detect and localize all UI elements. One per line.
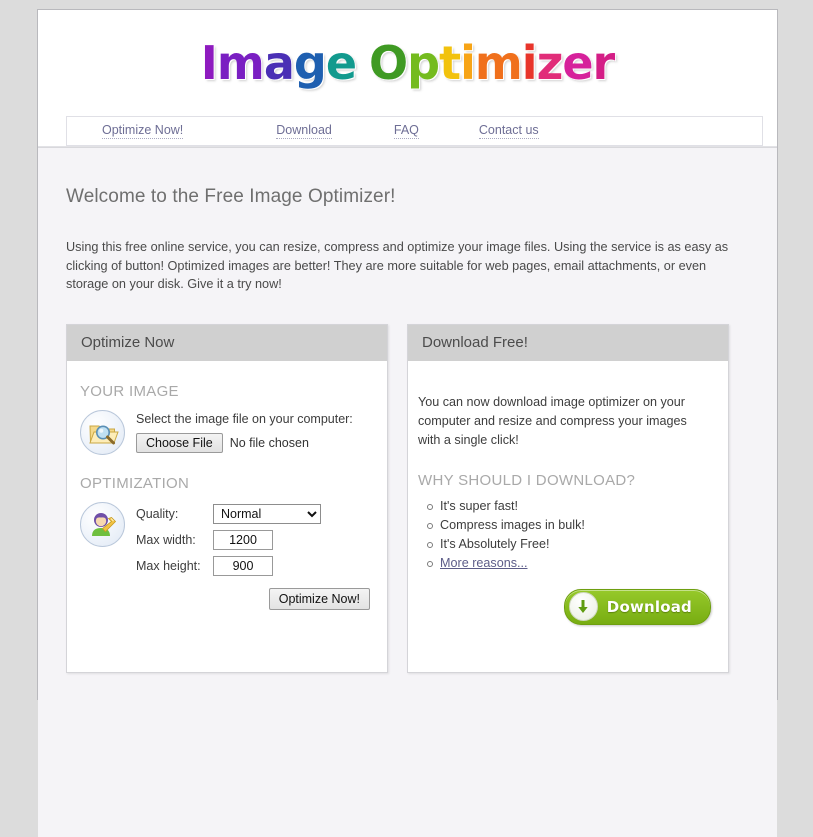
logo-letter: e bbox=[562, 36, 593, 90]
logo-letter: O bbox=[369, 36, 408, 90]
main-navigation: Optimize Now! Download FAQ Contact us bbox=[66, 116, 763, 146]
logo-letter: m bbox=[216, 36, 265, 90]
why-download-title: WHY SHOULD I DOWNLOAD? bbox=[418, 471, 636, 489]
download-free-panel: Download Free! You can now download imag… bbox=[407, 323, 729, 673]
optimize-panel-header: Optimize Now bbox=[67, 324, 387, 361]
optimize-button-row: Optimize Now! bbox=[80, 587, 371, 610]
your-image-fields: Select the image file on your computer: … bbox=[136, 410, 353, 453]
download-button-row: Download bbox=[418, 588, 716, 627]
download-button-label: Download bbox=[606, 597, 692, 616]
list-item: It's Absolutely Free! bbox=[427, 535, 716, 554]
no-file-chosen-label: No file chosen bbox=[229, 435, 309, 450]
more-reasons-link[interactable]: More reasons... bbox=[440, 556, 528, 570]
select-file-caption: Select the image file on your computer: bbox=[136, 411, 353, 426]
nav-item-optimize-now[interactable]: Optimize Now! bbox=[102, 123, 184, 139]
logo-letter: a bbox=[263, 36, 295, 90]
list-item: Compress images in bulk! bbox=[427, 516, 716, 535]
page-body: Welcome to the Free Image Optimizer! Usi… bbox=[38, 147, 777, 837]
optimize-now-panel: Optimize Now YOUR IMAGE Select the image… bbox=[66, 323, 388, 673]
download-panel-body: You can now download image optimizer on … bbox=[408, 361, 728, 627]
download-panel-header: Download Free! bbox=[408, 324, 728, 361]
your-image-row: Select the image file on your computer: … bbox=[80, 409, 371, 455]
folder-search-icon bbox=[80, 409, 125, 455]
logo-letter: z bbox=[536, 36, 564, 90]
download-arrow-icon bbox=[568, 592, 598, 621]
nav-item-contact-us[interactable]: Contact us bbox=[478, 123, 539, 139]
choose-file-button[interactable]: Choose File bbox=[136, 432, 223, 453]
download-description: You can now download image optimizer on … bbox=[418, 394, 687, 447]
file-input-row: Choose File No file chosen bbox=[136, 432, 353, 453]
max-height-label: Max height: bbox=[136, 558, 201, 573]
intro-paragraph: Using this free online service, you can … bbox=[66, 240, 729, 291]
nav-item-faq[interactable]: FAQ bbox=[393, 123, 419, 139]
list-item: More reasons... bbox=[427, 554, 716, 573]
reasons-list: It's super fast! Compress images in bulk… bbox=[418, 497, 716, 573]
logo-letter: m bbox=[474, 36, 523, 90]
max-width-input[interactable] bbox=[213, 529, 273, 550]
panels-row: Optimize Now YOUR IMAGE Select the image… bbox=[66, 323, 749, 673]
max-height-input[interactable] bbox=[213, 555, 273, 576]
optimize-now-button[interactable]: Optimize Now! bbox=[268, 587, 370, 610]
logo-letter: r bbox=[592, 36, 616, 90]
logo-letter: g bbox=[293, 36, 327, 90]
optimization-grid: Quality: Normal Max width: Max height: bbox=[136, 503, 321, 576]
logo-letter: t bbox=[439, 36, 461, 90]
list-item: It's super fast! bbox=[427, 497, 716, 516]
logo-letter: i bbox=[521, 36, 538, 90]
optimize-panel-body: YOUR IMAGE Select the image file on your… bbox=[67, 361, 387, 610]
quality-select[interactable]: Normal bbox=[213, 503, 321, 524]
logo-letter: p bbox=[407, 36, 440, 90]
download-button[interactable]: Download bbox=[563, 588, 711, 625]
logo-letter: I bbox=[200, 36, 218, 90]
logo-letter: i bbox=[460, 36, 476, 90]
logo-text: Image Optimizer bbox=[200, 36, 616, 90]
page-container: Image Optimizer Optimize Now! Download FA… bbox=[37, 9, 778, 837]
site-logo: Image Optimizer bbox=[38, 40, 777, 108]
optimization-row: Quality: Normal Max width: Max height: bbox=[80, 501, 371, 576]
nav-item-download[interactable]: Download bbox=[276, 123, 332, 139]
logo-letter: e bbox=[325, 36, 357, 90]
max-width-label: Max width: bbox=[136, 532, 196, 547]
optimization-title: OPTIMIZATION bbox=[80, 474, 190, 492]
site-header: Image Optimizer Optimize Now! Download FA… bbox=[38, 10, 777, 147]
page-title: Welcome to the Free Image Optimizer! bbox=[66, 186, 396, 207]
optimization-fields: Quality: Normal Max width: Max height: bbox=[136, 502, 321, 576]
user-wrench-icon bbox=[80, 501, 125, 547]
quality-label: Quality: bbox=[136, 506, 179, 521]
your-image-title: YOUR IMAGE bbox=[80, 382, 179, 400]
